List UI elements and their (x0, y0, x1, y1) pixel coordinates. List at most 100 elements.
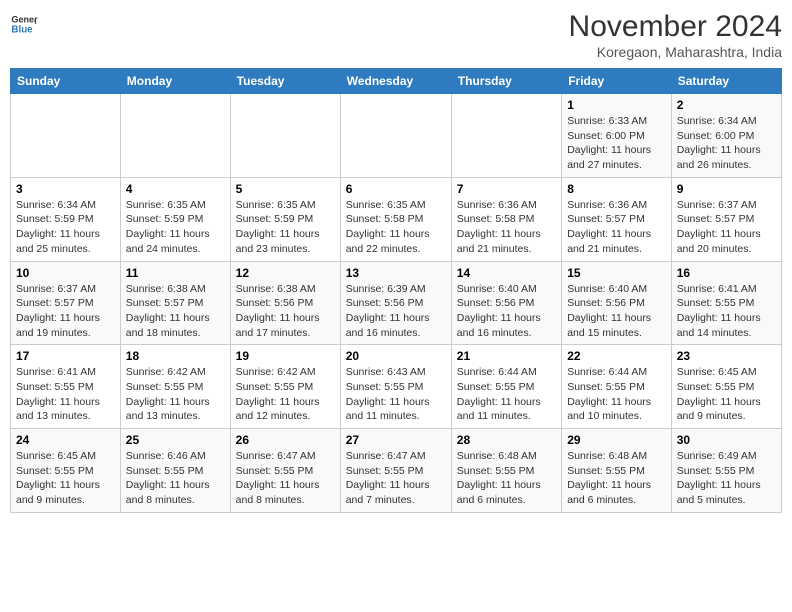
calendar-cell: 18Sunrise: 6:42 AM Sunset: 5:55 PM Dayli… (120, 345, 230, 429)
day-detail: Sunrise: 6:48 AM Sunset: 5:55 PM Dayligh… (457, 449, 556, 508)
day-number: 12 (236, 266, 335, 280)
day-number: 11 (126, 266, 225, 280)
day-detail: Sunrise: 6:42 AM Sunset: 5:55 PM Dayligh… (126, 365, 225, 424)
day-detail: Sunrise: 6:37 AM Sunset: 5:57 PM Dayligh… (16, 282, 115, 341)
calendar-cell: 2Sunrise: 6:34 AM Sunset: 6:00 PM Daylig… (671, 94, 781, 178)
calendar-cell (451, 94, 561, 178)
day-detail: Sunrise: 6:40 AM Sunset: 5:56 PM Dayligh… (457, 282, 556, 341)
day-number: 16 (677, 266, 776, 280)
day-number: 26 (236, 433, 335, 447)
calendar-cell: 20 Sunrise: 6:43 AM Sunset: 5:55 PM Dayli… (340, 345, 451, 429)
weekday-header: Tuesday (230, 69, 340, 94)
day-number: 20 (346, 349, 446, 363)
page-header: General Blue November 2024 Koregaon, Mah… (10, 10, 782, 60)
calendar-week-row: 1 Sunrise: 6:33 AM Sunset: 6:00 PM Daylig… (11, 94, 782, 178)
calendar-cell: 26 Sunrise: 6:47 AM Sunset: 5:55 PM Dayli… (230, 429, 340, 513)
weekday-header: Wednesday (340, 69, 451, 94)
day-detail: Sunrise: 6:35 AM Sunset: 5:59 PM Dayligh… (126, 198, 225, 257)
month-title: November 2024 (569, 10, 782, 44)
day-detail: Sunrise: 6:36 AM Sunset: 5:58 PM Dayligh… (457, 198, 556, 257)
day-detail: Sunrise: 6:35 AM Sunset: 5:58 PM Dayligh… (346, 198, 446, 257)
day-detail: Sunrise: 6:38 AM Sunset: 5:57 PM Dayligh… (126, 282, 225, 341)
calendar-cell: 29Sunrise: 6:48 AM Sunset: 5:55 PM Dayli… (562, 429, 672, 513)
day-number: 21 (457, 349, 556, 363)
calendar-week-row: 24Sunrise: 6:45 AM Sunset: 5:55 PM Dayli… (11, 429, 782, 513)
day-number: 28 (457, 433, 556, 447)
day-detail: Sunrise: 6:49 AM Sunset: 5:55 PM Dayligh… (677, 449, 776, 508)
calendar-cell (120, 94, 230, 178)
day-detail: Sunrise: 6:44 AM Sunset: 5:55 PM Dayligh… (567, 365, 666, 424)
day-number: 13 (346, 266, 446, 280)
calendar-week-row: 3 Sunrise: 6:34 AM Sunset: 5:59 PM Daylig… (11, 177, 782, 261)
day-detail: Sunrise: 6:33 AM Sunset: 6:00 PM Dayligh… (567, 114, 666, 173)
day-detail: Sunrise: 6:36 AM Sunset: 5:57 PM Dayligh… (567, 198, 666, 257)
calendar-cell: 13 Sunrise: 6:39 AM Sunset: 5:56 PM Dayli… (340, 261, 451, 345)
day-detail: Sunrise: 6:45 AM Sunset: 5:55 PM Dayligh… (16, 449, 115, 508)
svg-text:Blue: Blue (11, 24, 33, 35)
day-number: 1 (567, 98, 666, 112)
calendar-cell: 28 Sunrise: 6:48 AM Sunset: 5:55 PM Dayli… (451, 429, 561, 513)
calendar-cell (230, 94, 340, 178)
calendar-cell: 19Sunrise: 6:42 AM Sunset: 5:55 PM Dayli… (230, 345, 340, 429)
calendar-week-row: 10 Sunrise: 6:37 AM Sunset: 5:57 PM Dayli… (11, 261, 782, 345)
day-number: 5 (236, 182, 335, 196)
day-number: 15 (567, 266, 666, 280)
day-detail: Sunrise: 6:47 AM Sunset: 5:55 PM Dayligh… (236, 449, 335, 508)
calendar-cell: 23 Sunrise: 6:45 AM Sunset: 5:55 PM Dayli… (671, 345, 781, 429)
logo: General Blue (10, 10, 38, 38)
day-detail: Sunrise: 6:45 AM Sunset: 5:55 PM Dayligh… (677, 365, 776, 424)
day-number: 25 (126, 433, 225, 447)
svg-text:General: General (11, 15, 38, 25)
day-detail: Sunrise: 6:46 AM Sunset: 5:55 PM Dayligh… (126, 449, 225, 508)
calendar-week-row: 17 Sunrise: 6:41 AM Sunset: 5:55 PM Dayli… (11, 345, 782, 429)
day-number: 14 (457, 266, 556, 280)
day-number: 3 (16, 182, 115, 196)
day-number: 6 (346, 182, 446, 196)
day-number: 8 (567, 182, 666, 196)
calendar-cell: 10 Sunrise: 6:37 AM Sunset: 5:57 PM Dayli… (11, 261, 121, 345)
day-detail: Sunrise: 6:40 AM Sunset: 5:56 PM Dayligh… (567, 282, 666, 341)
logo-icon: General Blue (10, 10, 38, 38)
calendar-cell (340, 94, 451, 178)
calendar-cell: 3 Sunrise: 6:34 AM Sunset: 5:59 PM Daylig… (11, 177, 121, 261)
day-detail: Sunrise: 6:41 AM Sunset: 5:55 PM Dayligh… (16, 365, 115, 424)
calendar-cell: 1 Sunrise: 6:33 AM Sunset: 6:00 PM Daylig… (562, 94, 672, 178)
day-number: 22 (567, 349, 666, 363)
calendar-cell: 22 Sunrise: 6:44 AM Sunset: 5:55 PM Dayli… (562, 345, 672, 429)
calendar-cell: 4 Sunrise: 6:35 AM Sunset: 5:59 PM Daylig… (120, 177, 230, 261)
day-detail: Sunrise: 6:42 AM Sunset: 5:55 PM Dayligh… (236, 365, 335, 424)
calendar-cell: 17 Sunrise: 6:41 AM Sunset: 5:55 PM Dayli… (11, 345, 121, 429)
calendar-cell: 12 Sunrise: 6:38 AM Sunset: 5:56 PM Dayli… (230, 261, 340, 345)
day-detail: Sunrise: 6:48 AM Sunset: 5:55 PM Dayligh… (567, 449, 666, 508)
day-detail: Sunrise: 6:41 AM Sunset: 5:55 PM Dayligh… (677, 282, 776, 341)
calendar-cell: 16 Sunrise: 6:41 AM Sunset: 5:55 PM Dayli… (671, 261, 781, 345)
calendar-cell: 21 Sunrise: 6:44 AM Sunset: 5:55 PM Dayli… (451, 345, 561, 429)
weekday-header: Sunday (11, 69, 121, 94)
day-detail: Sunrise: 6:44 AM Sunset: 5:55 PM Dayligh… (457, 365, 556, 424)
weekday-header: Thursday (451, 69, 561, 94)
weekday-header: Monday (120, 69, 230, 94)
header-row: SundayMondayTuesdayWednesdayThursdayFrid… (11, 69, 782, 94)
calendar-cell: 6 Sunrise: 6:35 AM Sunset: 5:58 PM Daylig… (340, 177, 451, 261)
calendar-cell: 30 Sunrise: 6:49 AM Sunset: 5:55 PM Dayli… (671, 429, 781, 513)
day-number: 30 (677, 433, 776, 447)
day-detail: Sunrise: 6:39 AM Sunset: 5:56 PM Dayligh… (346, 282, 446, 341)
calendar-cell: 15 Sunrise: 6:40 AM Sunset: 5:56 PM Dayli… (562, 261, 672, 345)
calendar-table: SundayMondayTuesdayWednesdayThursdayFrid… (10, 68, 782, 513)
day-detail: Sunrise: 6:37 AM Sunset: 5:57 PM Dayligh… (677, 198, 776, 257)
day-number: 17 (16, 349, 115, 363)
day-number: 2 (677, 98, 776, 112)
day-number: 9 (677, 182, 776, 196)
day-number: 27 (346, 433, 446, 447)
day-detail: Sunrise: 6:38 AM Sunset: 5:56 PM Dayligh… (236, 282, 335, 341)
day-number: 7 (457, 182, 556, 196)
calendar-cell: 11 Sunrise: 6:38 AM Sunset: 5:57 PM Dayli… (120, 261, 230, 345)
day-number: 23 (677, 349, 776, 363)
weekday-header: Friday (562, 69, 672, 94)
calendar-cell: 25 Sunrise: 6:46 AM Sunset: 5:55 PM Dayli… (120, 429, 230, 513)
day-detail: Sunrise: 6:43 AM Sunset: 5:55 PM Dayligh… (346, 365, 446, 424)
day-detail: Sunrise: 6:47 AM Sunset: 5:55 PM Dayligh… (346, 449, 446, 508)
day-detail: Sunrise: 6:34 AM Sunset: 5:59 PM Dayligh… (16, 198, 115, 257)
day-number: 10 (16, 266, 115, 280)
day-number: 4 (126, 182, 225, 196)
